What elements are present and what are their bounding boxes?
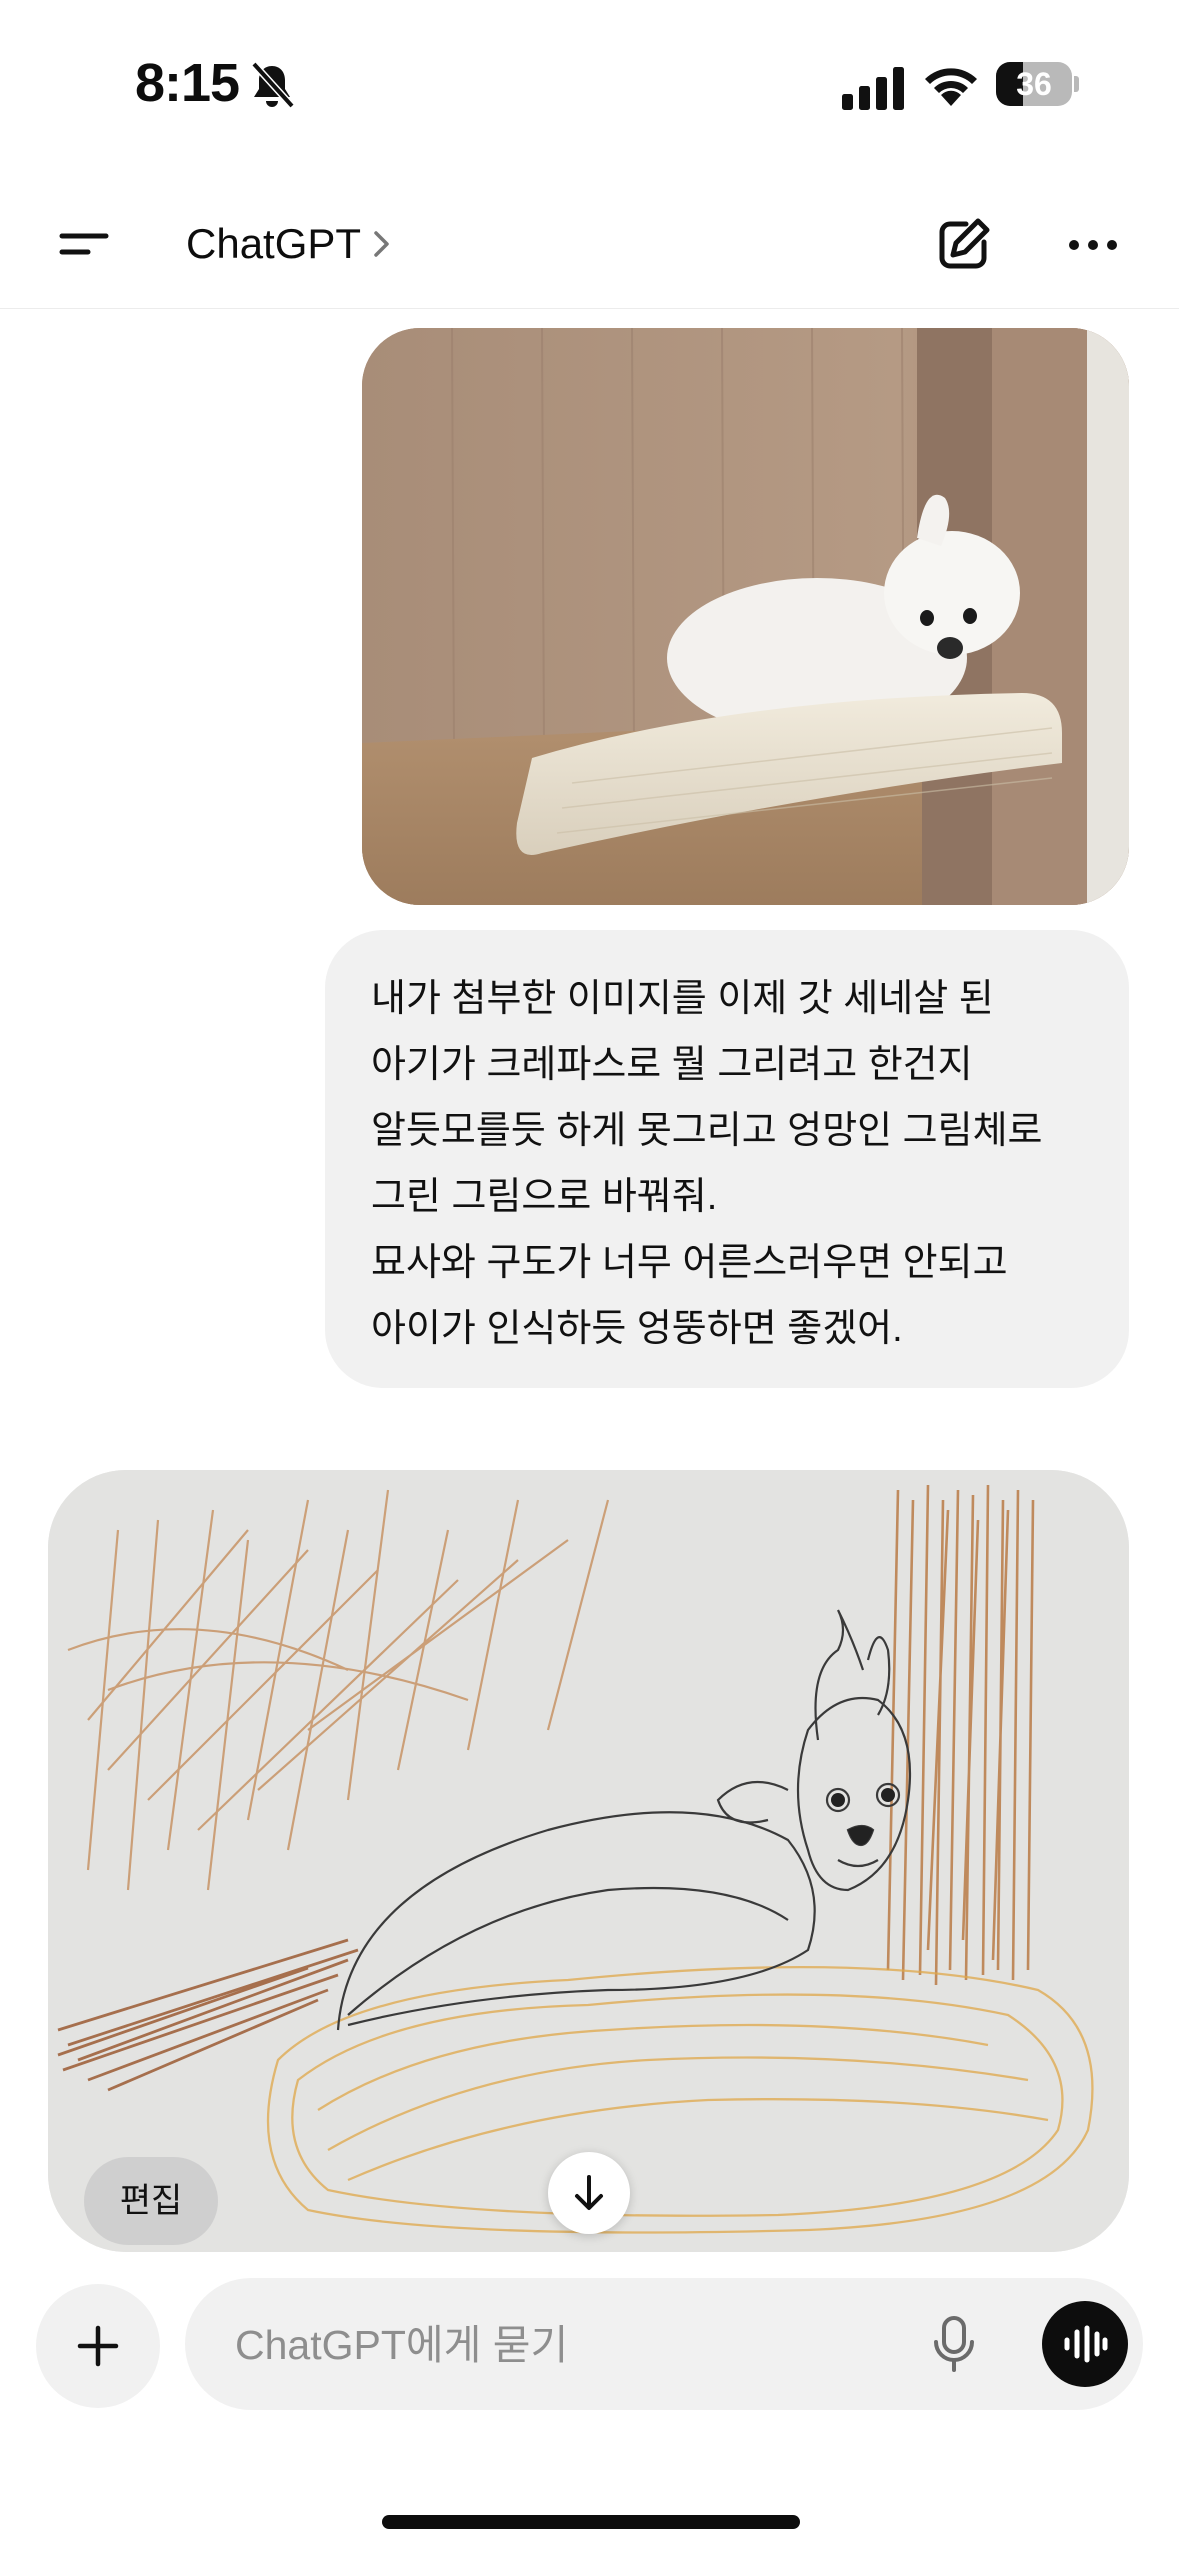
battery-indicator: 36 <box>996 62 1080 108</box>
page-title: ChatGPT <box>186 220 362 267</box>
menu-icon[interactable] <box>52 212 116 276</box>
edit-image-button[interactable]: 편집 <box>84 2157 218 2245</box>
model-selector[interactable]: ChatGPT <box>186 220 393 268</box>
chevron-right-icon <box>374 231 389 257</box>
user-message-bubble: 내가 첨부한 이미지를 이제 갓 세네살 된 아기가 크레파스로 뭘 그리려고 … <box>325 930 1129 1388</box>
cellular-signal-icon <box>842 67 904 110</box>
more-icon[interactable] <box>1060 212 1126 278</box>
status-bar: 8:15 36 <box>0 0 1179 170</box>
battery-level: 36 <box>1016 66 1052 102</box>
generated-crayon-drawing[interactable] <box>48 1470 1129 2252</box>
arrow-down-icon <box>575 2175 603 2210</box>
dog-photo-image <box>362 328 1129 905</box>
plus-icon <box>77 2325 119 2367</box>
bell-slash-icon <box>251 61 295 109</box>
new-chat-icon[interactable] <box>930 212 996 278</box>
microphone-icon[interactable] <box>920 2310 988 2378</box>
top-navigation-bar: ChatGPT <box>0 190 1179 309</box>
crayon-dog-drawing-image <box>48 1470 1129 2252</box>
user-attached-photo[interactable] <box>362 328 1129 905</box>
message-input[interactable] <box>233 2278 897 2412</box>
voice-mode-icon <box>1064 2325 1108 2363</box>
attach-button[interactable] <box>36 2284 160 2408</box>
wifi-icon <box>925 68 977 106</box>
home-indicator <box>382 2515 800 2529</box>
status-time: 8:15 <box>135 53 240 113</box>
voice-mode-button[interactable] <box>1042 2301 1128 2387</box>
user-message-text: 내가 첨부한 이미지를 이제 갓 세네살 된 아기가 크레파스로 뭘 그리려고 … <box>371 978 1043 1350</box>
scroll-to-bottom-button[interactable] <box>548 2152 630 2234</box>
message-composer <box>185 2278 1143 2412</box>
